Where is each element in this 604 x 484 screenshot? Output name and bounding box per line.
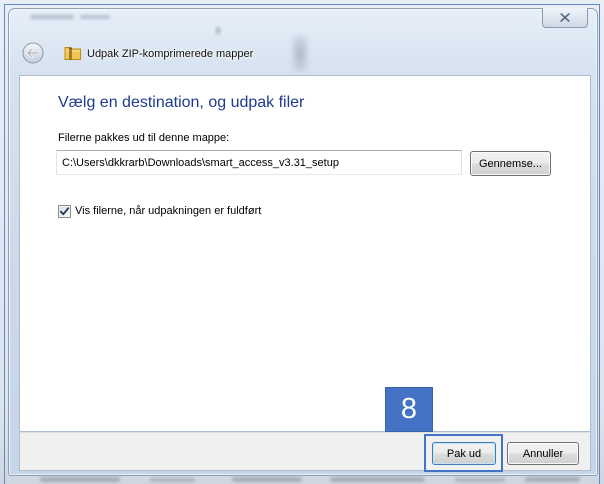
content-panel: Vælg en destination, og udpak filer File…	[20, 76, 590, 432]
destination-path-input[interactable]	[56, 150, 462, 175]
checkmark-icon	[59, 207, 70, 216]
back-arrow-icon	[22, 42, 44, 67]
annotation-highlight	[424, 434, 503, 472]
browse-button[interactable]: Gennemse...	[470, 151, 551, 176]
step-number-badge: 8	[385, 387, 433, 432]
destination-label: Filerne pakkes ud til denne mappe:	[58, 132, 230, 144]
show-files-label[interactable]: Vis filerne, når udpakningen er fuldført	[75, 204, 261, 219]
extract-dialog-window: Udpak ZIP-komprimerede mapper Vælg en de…	[8, 8, 598, 476]
command-bar: Pak ud Annuller	[20, 432, 590, 470]
close-icon	[560, 13, 570, 22]
page-title: Vælg en destination, og udpak filer	[58, 94, 305, 111]
back-button[interactable]	[22, 42, 44, 64]
show-files-checkbox[interactable]	[58, 205, 71, 218]
close-button[interactable]	[542, 8, 588, 28]
zip-folder-icon	[64, 44, 82, 62]
cancel-button[interactable]: Annuller	[507, 442, 579, 465]
window-title: Udpak ZIP-komprimerede mapper	[87, 48, 254, 60]
glass-background-blur	[8, 8, 598, 76]
